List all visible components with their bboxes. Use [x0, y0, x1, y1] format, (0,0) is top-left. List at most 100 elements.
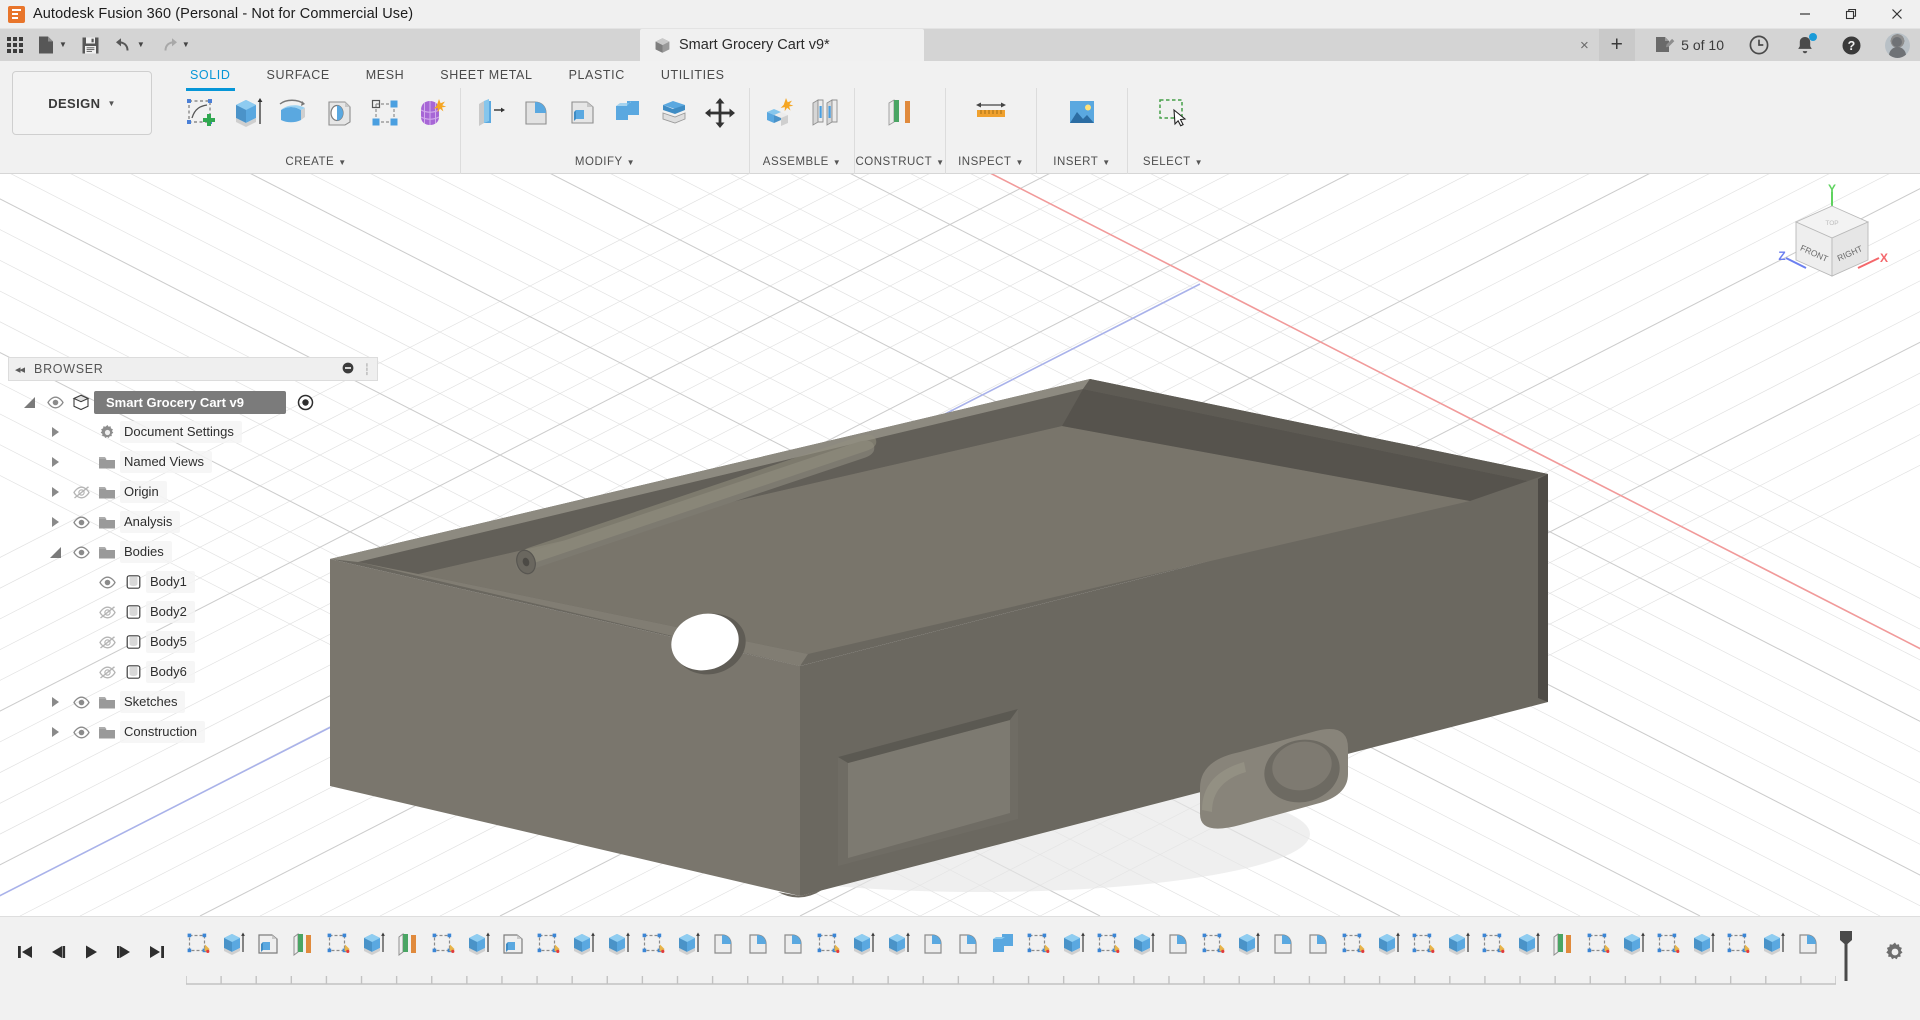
timeline-feature-sketch[interactable] [530, 931, 565, 971]
timeline-marker[interactable] [1838, 931, 1854, 986]
workspace-switcher-button[interactable]: DESIGN ▼ [12, 71, 152, 135]
create-form-button[interactable] [408, 92, 454, 144]
timeline-feature-extrude[interactable] [880, 931, 915, 971]
viewport-canvas[interactable]: ◂◂ BROWSER ┆ Smart Grocery Cart v9 Docum… [0, 174, 1920, 916]
rib-pattern-button[interactable] [362, 92, 408, 144]
timeline-feature-sketch[interactable] [180, 931, 215, 971]
play-button[interactable] [74, 935, 107, 969]
timeline-feature-extrude[interactable] [1230, 931, 1265, 971]
combine-button[interactable] [605, 92, 651, 144]
timeline-feature-fillet[interactable] [950, 931, 985, 971]
maximize-button[interactable] [1828, 0, 1874, 29]
help-button[interactable]: ? [1828, 29, 1874, 61]
visibility-toggle-visible[interactable] [68, 546, 94, 559]
expander-closed-icon[interactable] [42, 487, 68, 497]
timeline-feature-sketch[interactable] [635, 931, 670, 971]
fillet-button[interactable] [513, 92, 559, 144]
timeline-feature-extrude[interactable] [1370, 931, 1405, 971]
step-back-button[interactable] [41, 935, 74, 969]
timeline-feature-extrude[interactable] [565, 931, 600, 971]
timeline-feature-extrude[interactable] [1440, 931, 1475, 971]
account-button[interactable] [1874, 29, 1920, 61]
expander-closed-icon[interactable] [42, 517, 68, 527]
create-sketch-button[interactable] [178, 92, 224, 144]
browser-tree-item-origin[interactable]: Origin [8, 477, 378, 507]
expander-closed-icon[interactable] [42, 727, 68, 737]
timeline-feature-extrude[interactable] [1125, 931, 1160, 971]
timeline-feature-fillet[interactable] [705, 931, 740, 971]
measure-button[interactable] [968, 92, 1014, 144]
timeline-feature-fillet[interactable] [1300, 931, 1335, 971]
tab-mesh[interactable]: MESH [348, 64, 423, 87]
timeline-feature-extrude[interactable] [215, 931, 250, 971]
minimize-button[interactable] [1782, 0, 1828, 29]
timeline-feature-fillet[interactable] [1160, 931, 1195, 971]
document-tab[interactable]: Smart Grocery Cart v9* [640, 29, 924, 61]
ribbon-group-assemble-label[interactable]: ASSEMBLE▼ [750, 156, 854, 168]
go-to-end-button[interactable] [140, 935, 173, 969]
timeline-feature-combine[interactable] [985, 931, 1020, 971]
timeline-feature-fillet[interactable] [1790, 931, 1825, 971]
activate-component-button[interactable] [292, 394, 318, 411]
timeline-feature-extrude[interactable] [600, 931, 635, 971]
view-cube[interactable]: Y Z X FRONT RIGHT TOP [1772, 184, 1892, 294]
visibility-toggle-visible[interactable] [94, 576, 120, 589]
visibility-toggle-visible[interactable] [68, 726, 94, 739]
tab-plastic[interactable]: PLASTIC [551, 64, 643, 87]
browser-tree-item-document-settings[interactable]: Document Settings [8, 417, 378, 447]
browser-tree-item-construction[interactable]: Construction [8, 717, 378, 747]
timeline-feature-extrude[interactable] [1755, 931, 1790, 971]
timeline-settings-button[interactable] [1884, 941, 1906, 968]
press-pull-button[interactable] [467, 92, 513, 144]
visibility-toggle-visible[interactable] [68, 516, 94, 529]
timeline-feature-extrude[interactable] [1055, 931, 1090, 971]
timeline-feature-plane[interactable] [390, 931, 425, 971]
shell-button[interactable] [559, 92, 605, 144]
timeline-feature-sketch[interactable] [1020, 931, 1055, 971]
revolve-button[interactable] [270, 92, 316, 144]
visibility-toggle-visible[interactable] [68, 696, 94, 709]
timeline-feature-fillet[interactable] [1265, 931, 1300, 971]
ribbon-group-inspect-label[interactable]: INSPECT▼ [946, 156, 1036, 168]
history-button[interactable] [1736, 29, 1782, 61]
new-component-button[interactable] [756, 92, 802, 144]
tab-surface[interactable]: SURFACE [249, 64, 348, 87]
timeline-feature-sketch[interactable] [810, 931, 845, 971]
browser-tree-item-smart-grocery-cart-v9[interactable]: Smart Grocery Cart v9 [8, 387, 378, 417]
browser-collapse-button[interactable]: ◂◂ [15, 363, 24, 376]
timeline-feature-fillet[interactable] [915, 931, 950, 971]
browser-tree-item-named-views[interactable]: Named Views [8, 447, 378, 477]
timeline-feature-sketch[interactable] [1475, 931, 1510, 971]
job-status-button[interactable]: 5 of 10 [1648, 35, 1736, 55]
expander-closed-icon[interactable] [42, 697, 68, 707]
ribbon-group-select-label[interactable]: SELECT▼ [1128, 156, 1218, 168]
browser-tree-item-body6[interactable]: Body6 [8, 657, 378, 687]
close-button[interactable] [1874, 0, 1920, 29]
step-forward-button[interactable] [107, 935, 140, 969]
browser-tree-item-body1[interactable]: Body1 [8, 567, 378, 597]
new-document-tab-button[interactable]: + [1599, 29, 1635, 61]
timeline-feature-shell[interactable] [250, 931, 285, 971]
timeline-feature-extrude[interactable] [355, 931, 390, 971]
timeline-feature-fillet[interactable] [740, 931, 775, 971]
undo-button[interactable]: ▼ [107, 29, 152, 61]
visibility-toggle-visible[interactable] [42, 396, 68, 409]
timeline-feature-sketch[interactable] [425, 931, 460, 971]
timeline-feature-sketch[interactable] [1195, 931, 1230, 971]
browser-tree-item-body2[interactable]: Body2 [8, 597, 378, 627]
expander-open-icon[interactable] [42, 547, 68, 558]
browser-tree-item-analysis[interactable]: Analysis [8, 507, 378, 537]
new-file-button[interactable]: ▼ [30, 29, 74, 61]
go-to-beginning-button[interactable] [8, 935, 41, 969]
tab-utilities[interactable]: UTILITIES [643, 64, 743, 87]
timeline-feature-extrude[interactable] [460, 931, 495, 971]
offset-face-button[interactable] [651, 92, 697, 144]
activate-component-icon[interactable] [297, 394, 314, 411]
show-data-panel-button[interactable] [0, 29, 30, 61]
expander-open-icon[interactable] [16, 397, 42, 408]
ribbon-group-insert-label[interactable]: INSERT▼ [1037, 156, 1127, 168]
timeline-feature-sketch[interactable] [1090, 931, 1125, 971]
extrude-button[interactable] [224, 92, 270, 144]
browser-tree-item-sketches[interactable]: Sketches [8, 687, 378, 717]
browser-hide-button[interactable] [342, 362, 354, 377]
